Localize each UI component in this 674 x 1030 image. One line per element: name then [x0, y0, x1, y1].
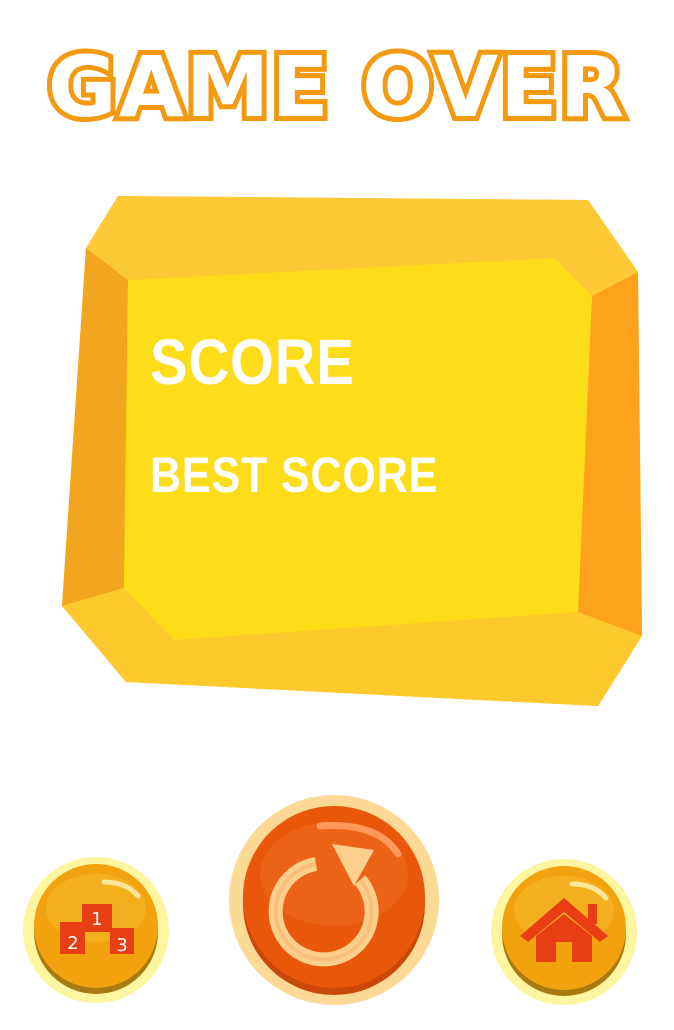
best-score-label: BEST SCORE	[150, 447, 439, 503]
podium-rank-1: 1	[91, 909, 102, 930]
podium-rank-2: 2	[67, 933, 78, 954]
leaderboard-button[interactable]: 1 2 3	[22, 856, 170, 1004]
podium-rank-3: 3	[116, 935, 127, 956]
home-button[interactable]	[490, 858, 638, 1006]
score-label: SCORE	[150, 326, 355, 398]
panel-bevel-left	[62, 248, 128, 606]
replay-button[interactable]	[228, 794, 440, 1006]
